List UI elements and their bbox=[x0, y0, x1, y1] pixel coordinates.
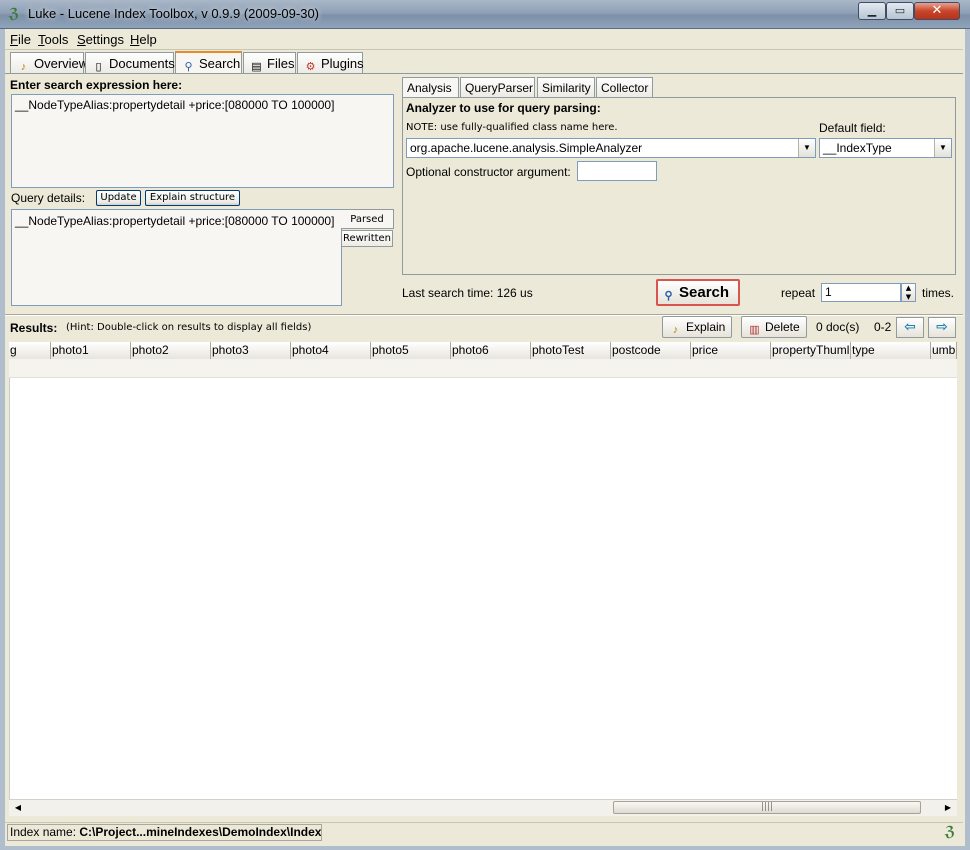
explain-icon: ♪ bbox=[672, 324, 679, 336]
constructor-label: Optional constructor argument: bbox=[406, 165, 571, 179]
repeat-input[interactable]: 1 bbox=[821, 283, 901, 302]
minimize-button[interactable]: ▁ bbox=[858, 2, 886, 20]
spin-up-icon[interactable]: ▲ bbox=[906, 284, 911, 292]
tab-collector[interactable]: Collector bbox=[596, 77, 653, 97]
index-name-value: C:\Project...mineIndexes\DemoIndex\Index bbox=[79, 825, 322, 839]
scroll-left-icon[interactable]: ◀ bbox=[10, 800, 26, 815]
results-label: Results: bbox=[10, 321, 58, 335]
trash-icon: ▥ bbox=[749, 324, 760, 336]
column-header[interactable]: umbr bbox=[931, 342, 957, 359]
delete-button[interactable]: ▥ Delete bbox=[741, 316, 807, 338]
results-table[interactable] bbox=[9, 359, 957, 799]
column-header[interactable]: postcode bbox=[611, 342, 691, 359]
menu-settings-label: ettings bbox=[85, 32, 124, 47]
search-icon: ⚲ bbox=[664, 290, 673, 302]
search-button[interactable]: ⚲ Search bbox=[656, 279, 740, 306]
default-field-value: __IndexType bbox=[823, 141, 892, 155]
column-header[interactable]: photo1 bbox=[51, 342, 131, 359]
results-hint: (Hint: Double-click on results to displa… bbox=[66, 322, 312, 333]
repeat-label: repeat bbox=[781, 286, 816, 300]
menu-file-label: ile bbox=[17, 32, 31, 47]
tab-plugins-label: Plugins bbox=[321, 56, 364, 71]
menu-settings[interactable]: Settings bbox=[77, 32, 124, 47]
menu-file-mnemonic: F bbox=[10, 32, 18, 47]
times-label: times. bbox=[922, 286, 955, 300]
divider bbox=[5, 314, 963, 316]
next-page-button[interactable]: ⇨ bbox=[928, 317, 956, 338]
explain-structure-button[interactable]: Explain structure bbox=[145, 190, 240, 206]
tab-search-label: Search bbox=[199, 56, 241, 71]
prev-page-button[interactable]: ⇦ bbox=[896, 317, 924, 338]
delete-button-label: Delete bbox=[765, 320, 800, 334]
analyzer-value: org.apache.lucene.analysis.SimpleAnalyze… bbox=[410, 141, 643, 155]
luke-status-icon: ℨ bbox=[944, 824, 956, 840]
column-header[interactable]: propertyThuml bbox=[771, 342, 851, 359]
column-header[interactable]: photo4 bbox=[291, 342, 371, 359]
analyzer-combo[interactable]: org.apache.lucene.analysis.SimpleAnalyze… bbox=[406, 138, 816, 158]
column-header[interactable]: photo3 bbox=[211, 342, 291, 359]
column-header[interactable]: price bbox=[691, 342, 771, 359]
tab-overview[interactable]: ♪ Overview bbox=[10, 52, 88, 73]
default-field-combo[interactable]: __IndexType ▼ bbox=[819, 138, 952, 158]
column-header[interactable]: photo6 bbox=[451, 342, 531, 359]
index-name-label: Index name: bbox=[10, 825, 77, 839]
last-search-time: Last search time: 126 us bbox=[402, 286, 533, 300]
tab-analysis[interactable]: Analysis bbox=[402, 77, 459, 97]
doc-count: 0 doc(s) bbox=[816, 320, 860, 334]
menu-help-label: elp bbox=[139, 32, 157, 47]
column-header[interactable]: type bbox=[851, 342, 931, 359]
tab-documents[interactable]: ▯ Documents bbox=[85, 52, 175, 73]
result-range: 0-2 bbox=[874, 320, 892, 334]
update-button[interactable]: Update bbox=[96, 190, 141, 206]
search-button-label: Search bbox=[679, 284, 730, 301]
spin-down-icon[interactable]: ▼ bbox=[906, 293, 911, 301]
tab-search[interactable]: ⚲ Search bbox=[175, 51, 242, 74]
query-details-text[interactable]: __NodeTypeAlias:propertydetail +price:[0… bbox=[11, 209, 342, 306]
tab-similarity[interactable]: Similarity bbox=[537, 77, 595, 97]
repeat-spinner[interactable]: ▲ ▼ bbox=[901, 283, 916, 302]
arrow-left-icon: ⇦ bbox=[904, 319, 916, 335]
menu-tools[interactable]: Tools bbox=[38, 32, 68, 47]
explain-button-label: Explain bbox=[686, 320, 726, 334]
maximize-button[interactable]: ▭ bbox=[886, 2, 914, 20]
tab-rewritten[interactable]: Rewritten bbox=[341, 230, 393, 247]
column-header[interactable]: photo5 bbox=[371, 342, 451, 359]
column-header[interactable]: photoTest bbox=[531, 342, 611, 359]
tab-plugins[interactable]: ⚙ Plugins bbox=[297, 52, 364, 73]
scrollbar-thumb[interactable]: |||| bbox=[613, 801, 921, 814]
table-row[interactable] bbox=[9, 359, 957, 378]
window-title: Luke - Lucene Index Toolbox, v 0.9.9 (20… bbox=[28, 6, 320, 21]
close-button[interactable]: ✕ bbox=[914, 2, 960, 20]
menu-file[interactable]: File bbox=[10, 32, 31, 47]
query-details-label: Query details: bbox=[11, 191, 86, 205]
scroll-right-icon[interactable]: ▶ bbox=[940, 800, 956, 815]
tab-parsed[interactable]: Parsed bbox=[341, 209, 394, 229]
search-expression-label: Enter search expression here: bbox=[10, 78, 183, 92]
tab-documents-label: Documents bbox=[109, 56, 175, 71]
constructor-input[interactable] bbox=[577, 161, 657, 181]
menu-help[interactable]: Help bbox=[130, 32, 157, 47]
tab-files[interactable]: ▤ Files bbox=[243, 52, 296, 73]
chevron-down-icon[interactable]: ▼ bbox=[798, 139, 815, 157]
tab-files-label: Files bbox=[267, 56, 295, 71]
tab-overview-label: Overview bbox=[34, 56, 89, 71]
menu-settings-mnemonic: S bbox=[77, 32, 86, 47]
analyzer-label: Analyzer to use for query parsing: bbox=[406, 101, 601, 115]
column-header[interactable]: photo2 bbox=[131, 342, 211, 359]
tab-queryparser[interactable]: QueryParser bbox=[460, 77, 535, 97]
default-field-label: Default field: bbox=[819, 121, 886, 135]
analyzer-note: NOTE: use fully-qualified class name her… bbox=[406, 122, 618, 133]
menu-help-mnemonic: H bbox=[130, 32, 140, 47]
chevron-down-icon[interactable]: ▼ bbox=[934, 139, 951, 157]
index-name-box: Index name: C:\Project...mineIndexes\Dem… bbox=[7, 824, 322, 841]
column-header[interactable]: g bbox=[9, 342, 51, 359]
arrow-right-icon: ⇨ bbox=[936, 319, 948, 335]
menu-tools-label: ools bbox=[44, 32, 69, 47]
explain-button[interactable]: ♪ Explain bbox=[662, 316, 732, 338]
luke-app-icon: ℨ bbox=[8, 6, 20, 22]
search-expression-input[interactable]: __NodeTypeAlias:propertydetail +price:[0… bbox=[11, 94, 394, 188]
